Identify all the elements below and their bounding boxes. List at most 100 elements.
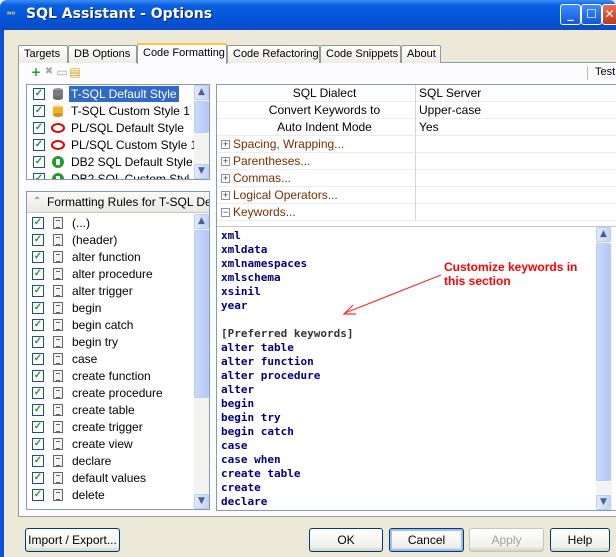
property-row-sql-dialect[interactable]: SQL Dialect SQL Server	[217, 85, 616, 102]
keywords-editor[interactable]: xml xmldata xmlnamespaces xmlschema xsinil ye…	[217, 226, 616, 510]
property-value[interactable]: Yes	[419, 119, 439, 135]
scroll-down-arrow[interactable]: ▼	[596, 495, 611, 510]
rule-checkbox[interactable]: ✓	[32, 438, 44, 450]
style-item-tsql-default[interactable]: ✓ T-SQL Default Style	[27, 86, 199, 103]
style-checkbox[interactable]: ✓	[33, 139, 45, 151]
copy-icon[interactable]: ▭	[56, 66, 68, 78]
import-export-button[interactable]: Import / Export...	[25, 528, 120, 552]
db2-icon	[52, 173, 64, 179]
scroll-thumb[interactable]	[194, 101, 209, 133]
scroll-down-arrow[interactable]: ▼	[194, 494, 209, 509]
tab-code-refactoring[interactable]: Code Refactoring	[227, 45, 320, 63]
scroll-down-arrow[interactable]: ▼	[194, 164, 209, 179]
style-item-tsql-custom[interactable]: ✓ T-SQL Custom Style 1	[27, 103, 199, 120]
rule-item[interactable]: ✓ delete	[27, 487, 195, 504]
property-value[interactable]: Upper-case	[419, 102, 481, 118]
test-button[interactable]: Test...	[595, 66, 616, 78]
rule-checkbox[interactable]: ✓	[32, 370, 44, 382]
rule-item[interactable]: ✓ begin catch	[27, 317, 195, 334]
rule-checkbox[interactable]: ✓	[32, 336, 44, 348]
rule-checkbox[interactable]: ✓	[32, 217, 44, 229]
rule-checkbox[interactable]: ✓	[32, 302, 44, 314]
collapse-icon[interactable]: −	[221, 208, 230, 217]
rule-item[interactable]: ✓ create function	[27, 368, 195, 385]
tab-about[interactable]: About	[401, 45, 441, 63]
rule-item[interactable]: ✓ create trigger	[27, 419, 195, 436]
rule-item[interactable]: ✓ alter trigger	[27, 283, 195, 300]
rule-label: create table	[72, 403, 135, 417]
scroll-thumb[interactable]	[194, 230, 209, 398]
delete-icon[interactable]: ✖	[43, 66, 55, 78]
group-row-spacing[interactable]: + Spacing, Wrapping...	[217, 136, 616, 153]
rule-item[interactable]: ✓ create view	[27, 436, 195, 453]
paste-icon[interactable]: ▤	[69, 66, 81, 78]
style-checkbox[interactable]: ✓	[33, 88, 45, 100]
style-checkbox[interactable]: ✓	[33, 122, 45, 134]
app-icon: ᴺᴽ	[7, 10, 16, 19]
rule-checkbox[interactable]: ✓	[32, 404, 44, 416]
property-row-convert-keywords[interactable]: Convert Keywords to Upper-case	[217, 102, 616, 119]
style-item-plsql-default[interactable]: ✓ PL/SQL Default Style	[27, 120, 199, 137]
rule-checkbox[interactable]: ✓	[32, 353, 44, 365]
expand-icon[interactable]: +	[221, 140, 230, 149]
rule-checkbox[interactable]: ✓	[32, 472, 44, 484]
style-checkbox[interactable]: ✓	[33, 173, 45, 179]
apply-button[interactable]: Apply	[469, 528, 544, 552]
tab-db-options[interactable]: DB Options	[68, 45, 137, 63]
group-row-keywords[interactable]: − Keywords...	[217, 204, 616, 221]
expand-icon[interactable]: +	[221, 174, 230, 183]
style-list-scrollbar[interactable]: ▲ ▼	[194, 85, 209, 179]
group-row-logical-operators[interactable]: + Logical Operators...	[217, 187, 616, 204]
rule-checkbox[interactable]: ✓	[32, 285, 44, 297]
rules-scrollbar[interactable]: ▲ ▼	[194, 214, 209, 509]
help-button[interactable]: Help	[550, 528, 610, 552]
ok-button[interactable]: OK	[309, 528, 383, 552]
rule-item[interactable]: ✓ case	[27, 351, 195, 368]
rule-checkbox[interactable]: ✓	[32, 234, 44, 246]
group-row-commas[interactable]: + Commas...	[217, 170, 616, 187]
scroll-up-arrow[interactable]: ▲	[194, 214, 209, 229]
collapse-chevron-icon[interactable]: ⌃	[33, 192, 41, 212]
tab-targets[interactable]: Targets	[18, 45, 68, 63]
cancel-button[interactable]: Cancel	[389, 528, 464, 552]
tab-code-formatting[interactable]: Code Formatting	[137, 43, 227, 64]
rule-item[interactable]: ✓ begin try	[27, 334, 195, 351]
style-checkbox[interactable]: ✓	[33, 156, 45, 168]
rules-header[interactable]: ⌃ Formatting Rules for T-SQL Def...	[27, 192, 209, 213]
tab-code-snippets[interactable]: Code Snippets	[320, 45, 401, 63]
rule-checkbox[interactable]: ✓	[32, 387, 44, 399]
rule-checkbox[interactable]: ✓	[32, 251, 44, 263]
rule-checkbox[interactable]: ✓	[32, 489, 44, 501]
rule-item[interactable]: ✓ alter function	[27, 249, 195, 266]
property-value[interactable]: SQL Server	[419, 85, 481, 101]
keyword-line: [Preferred keywords]	[221, 327, 354, 340]
style-item-plsql-custom[interactable]: ✓ PL/SQL Custom Style 1	[27, 137, 199, 154]
expand-icon[interactable]: +	[221, 157, 230, 166]
scroll-up-arrow[interactable]: ▲	[194, 85, 209, 100]
rule-item[interactable]: ✓ alter procedure	[27, 266, 195, 283]
rule-item[interactable]: ✓ (header)	[27, 232, 195, 249]
rule-checkbox[interactable]: ✓	[32, 319, 44, 331]
rule-item[interactable]: ✓ (...)	[27, 215, 195, 232]
keywords-scrollbar[interactable]: ▲ ▼	[596, 227, 612, 510]
rule-item[interactable]: ✓ declare	[27, 453, 195, 470]
style-checkbox[interactable]: ✓	[33, 105, 45, 117]
scroll-up-arrow[interactable]: ▲	[596, 227, 611, 242]
style-item-db2-default[interactable]: ✓ DB2 SQL Default Style	[27, 154, 199, 171]
add-icon[interactable]: +	[30, 66, 42, 78]
group-row-parentheses[interactable]: + Parentheses...	[217, 153, 616, 170]
scroll-thumb[interactable]	[596, 243, 611, 481]
rule-item[interactable]: ✓ default values	[27, 470, 195, 487]
close-button[interactable]: ✕	[602, 4, 616, 25]
rule-checkbox[interactable]: ✓	[32, 455, 44, 467]
rule-item[interactable]: ✓ create table	[27, 402, 195, 419]
rule-checkbox[interactable]: ✓	[32, 421, 44, 433]
rule-item[interactable]: ✓ begin	[27, 300, 195, 317]
rule-checkbox[interactable]: ✓	[32, 268, 44, 280]
expand-icon[interactable]: +	[221, 191, 230, 200]
style-item-db2-custom[interactable]: ✓ DB2 SQL Custom Styl	[27, 171, 199, 179]
property-row-auto-indent[interactable]: Auto Indent Mode Yes	[217, 119, 616, 136]
maximize-button[interactable]: ☐	[581, 4, 602, 25]
minimize-button[interactable]: _	[560, 4, 581, 25]
rule-item[interactable]: ✓ create procedure	[27, 385, 195, 402]
